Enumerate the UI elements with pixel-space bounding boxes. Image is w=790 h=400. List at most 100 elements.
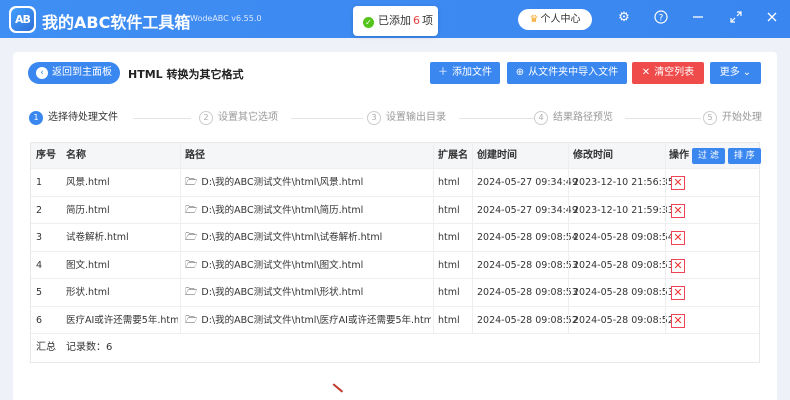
column-divider xyxy=(472,169,473,196)
step-label: 结果路径预览 xyxy=(553,112,613,123)
row-path: 🗁 D:\我的ABC测试文件\html\图文.html xyxy=(185,252,363,279)
row-created: 2024-05-28 09:08:54 xyxy=(477,232,578,243)
column-divider xyxy=(433,306,434,333)
row-modified: 2024-05-28 09:08:53 xyxy=(573,287,674,298)
clear-list-label: 清空列表 xyxy=(654,67,695,78)
chevron-down-icon: ⌄ xyxy=(742,67,752,78)
row-modified: 2024-05-28 09:08:53 xyxy=(573,259,674,271)
column-divider xyxy=(568,279,569,306)
main-panel: ‹ 返回到主面板 HTML 转换为其它格式 ＋添加文件 ⊕ 从文件夹中导入文件 ✕ 清… xyxy=(13,52,777,400)
column-divider xyxy=(665,279,666,306)
table-row[interactable]: 5 形状.html 🗁 D:\我的ABC测试文件\html\形状.html htm… xyxy=(31,279,759,307)
folder-icon[interactable]: 🗁 xyxy=(185,260,197,271)
row-modified: 2023-12-10 21:59:33 xyxy=(573,204,674,216)
folder-icon[interactable]: 🗁 xyxy=(185,177,197,188)
close-icon[interactable] xyxy=(764,10,780,26)
delete-icon[interactable]: ✕ xyxy=(671,258,685,273)
step-1[interactable]: 1 选择待处理文件 xyxy=(29,111,118,125)
step-label: 选择待处理文件 xyxy=(48,112,118,123)
delete-icon[interactable]: ✕ xyxy=(671,176,685,190)
row-modified: 2024-05-28 09:08:54 xyxy=(573,232,674,243)
back-label: 返回到主面板 xyxy=(52,67,112,78)
clear-list-button[interactable]: ✕ 清空列表 xyxy=(632,62,704,84)
row-path-text: D:\我的ABC测试文件\html\形状.html xyxy=(201,287,364,298)
logo-icon: AB xyxy=(9,6,36,33)
header-modified: 修改时间 xyxy=(573,150,613,161)
row-name: 试卷解析.html xyxy=(66,232,129,243)
step-connector xyxy=(459,118,535,119)
column-divider xyxy=(568,169,569,196)
folder-icon[interactable]: 🗁 xyxy=(185,232,197,243)
row-index: 1 xyxy=(36,177,43,188)
crown-icon: ♛ xyxy=(529,14,539,25)
row-modified: 2024-05-28 09:08:52 xyxy=(573,314,674,326)
row-modified: 2023-12-10 21:56:35 xyxy=(573,177,674,188)
row-created: 2024-05-28 09:08:53 xyxy=(477,259,578,271)
import-folder-button[interactable]: ⊕ 从文件夹中导入文件 xyxy=(507,62,627,84)
gear-icon[interactable]: ⚙ xyxy=(616,10,632,26)
column-divider xyxy=(568,224,569,251)
delete-icon[interactable]: ✕ xyxy=(671,231,685,245)
delete-icon[interactable]: ✕ xyxy=(671,203,685,218)
table-row[interactable]: 3 试卷解析.html 🗁 D:\我的ABC测试文件\html\试卷解析.html… xyxy=(31,224,759,252)
fullscreen-icon[interactable] xyxy=(728,10,744,26)
user-center-label: 个人中心 xyxy=(540,14,581,25)
delete-icon[interactable]: ✕ xyxy=(671,286,685,300)
step-number: 3 xyxy=(367,111,381,125)
app-version: WodeABC v6.55.0 xyxy=(190,14,262,23)
table-row[interactable]: 4 图文.html 🗁 D:\我的ABC测试文件\html\图文.html htm… xyxy=(31,251,759,279)
column-divider xyxy=(180,143,181,168)
row-path-text: D:\我的ABC测试文件\html\简历.html xyxy=(201,204,364,216)
step-connector xyxy=(625,118,701,119)
user-center-button[interactable]: ♛ 个人中心 xyxy=(518,9,592,30)
more-label: 更多 xyxy=(719,67,740,78)
column-divider xyxy=(472,143,473,168)
header-created: 创建时间 xyxy=(477,150,517,161)
toast-prefix: 已添加 xyxy=(378,14,411,27)
row-created: 2024-05-27 09:34:49 xyxy=(477,177,578,188)
folder-icon[interactable]: 🗁 xyxy=(185,315,197,326)
step-number: 1 xyxy=(29,111,43,125)
add-file-label: 添加文件 xyxy=(452,67,492,78)
step-number: 5 xyxy=(703,111,717,125)
table-row[interactable]: 2 简历.html 🗁 D:\我的ABC测试文件\html\简历.html htm… xyxy=(31,196,759,224)
minimize-icon[interactable] xyxy=(690,10,706,26)
row-ext: html xyxy=(438,232,460,243)
check-icon: ✓ xyxy=(363,17,374,28)
row-ext: html xyxy=(438,177,460,188)
column-divider xyxy=(568,143,569,168)
help-icon[interactable]: ? xyxy=(653,10,669,26)
row-index: 6 xyxy=(36,314,43,326)
row-path: 🗁 D:\我的ABC测试文件\html\简历.html xyxy=(185,197,363,224)
table-row[interactable]: 6 医疗AI或许还需要5年.html 🗁 D:\我的ABC测试文件\html\医疗… xyxy=(31,306,759,334)
record-count: 记录数：6 xyxy=(66,342,113,353)
step-5[interactable]: 5 开始处理 xyxy=(703,111,762,125)
add-file-button[interactable]: ＋ 添加文件 xyxy=(430,62,500,84)
more-button[interactable]: 更多 ⌄ xyxy=(710,62,761,84)
sort-button[interactable]: 排 序 xyxy=(727,148,761,164)
title-bar: AB 我的ABC软件工具箱 WodeABC v6.55.0 ✓ 已添加 6 项 ♛ 个人… xyxy=(0,0,790,38)
folder-icon[interactable]: 🗁 xyxy=(185,205,197,216)
column-divider xyxy=(665,224,666,251)
table-row[interactable]: 1 风景.html 🗁 D:\我的ABC测试文件\html\风景.html htm… xyxy=(31,169,759,197)
step-2[interactable]: 2 设置其它选项 xyxy=(199,111,278,125)
summary-label: 汇总 xyxy=(36,342,56,353)
filter-button[interactable]: 过 滤 xyxy=(692,148,725,164)
row-name: 简历.html xyxy=(66,204,110,216)
folder-icon[interactable]: 🗁 xyxy=(185,287,197,298)
row-path: 🗁 D:\我的ABC测试文件\html\形状.html xyxy=(185,279,363,306)
step-connector xyxy=(133,118,191,119)
column-divider xyxy=(180,196,181,223)
back-to-main-button[interactable]: ‹ 返回到主面板 xyxy=(28,62,120,84)
row-name: 风景.html xyxy=(66,177,110,188)
step-3[interactable]: 3 设置输出目录 xyxy=(367,111,446,125)
delete-icon[interactable]: ✕ xyxy=(671,313,685,328)
column-divider xyxy=(433,224,434,251)
step-label: 设置输出目录 xyxy=(386,112,446,123)
row-path-text: D:\我的ABC测试文件\html\医疗AI或许还需要5年.html xyxy=(201,314,431,326)
file-table: 序号 名称 路径 扩展名 创建时间 修改时间 操作过 滤排 序 1 风景.htm… xyxy=(30,142,761,363)
column-divider xyxy=(433,279,434,306)
step-4[interactable]: 4 结果路径预览 xyxy=(534,111,613,125)
column-divider xyxy=(433,196,434,223)
column-divider xyxy=(568,306,569,333)
